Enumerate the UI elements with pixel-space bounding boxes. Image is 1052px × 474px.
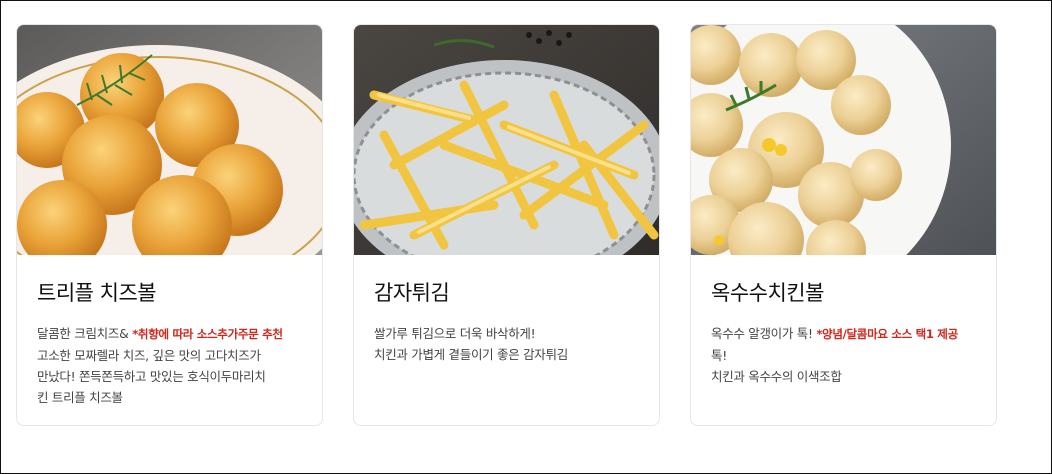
desc-line: 킨 트리플 치즈볼 xyxy=(37,390,123,405)
desc-line: 치킨과 옥수수의 이색조합 xyxy=(711,369,842,384)
desc-line: 고소한 모짜렐라 치즈, 깊은 맛의 고다치즈가 xyxy=(37,348,261,363)
cheese-ball-image xyxy=(17,25,322,255)
desc-line: 치킨과 가볍게 곁들이기 좋은 감자튀김 xyxy=(374,347,568,362)
desc-line: 톡! xyxy=(711,348,727,363)
corn-chicken-ball-image xyxy=(691,25,996,255)
menu-description: 쌀가루 튀김으로 더욱 바삭하게! 치킨과 가볍게 곁들이기 좋은 감자튀김 xyxy=(374,323,647,365)
desc-prefix: 옥수수 알갱이가 톡! xyxy=(711,326,817,341)
sauce-note: *양념/달콤마요 소스 택1 제공 xyxy=(816,327,958,341)
menu-card-french-fries[interactable]: 감자튀김 쌀가루 튀김으로 더욱 바삭하게! 치킨과 가볍게 곁들이기 좋은 감… xyxy=(353,24,660,426)
desc-prefix: 달콤한 크림치즈& xyxy=(37,326,133,341)
menu-description: 달콤한 크림치즈& *취향에 따라 소스추가주문 추천 고소한 모짜렐라 치즈,… xyxy=(37,323,310,408)
menu-title: 감자튀김 xyxy=(374,281,450,305)
french-fries-image xyxy=(354,25,659,255)
desc-prefix: 쌀가루 튀김으로 더욱 바삭하게! xyxy=(374,326,536,341)
menu-card-triple-cheese-ball[interactable]: 트리플 치즈볼 달콤한 크림치즈& *취향에 따라 소스추가주문 추천 고소한 … xyxy=(16,24,323,426)
sauce-note: *취향에 따라 소스추가주문 추천 xyxy=(132,327,283,341)
desc-line: 만났다! 쫀득쫀득하고 맛있는 호식이두마리치 xyxy=(37,369,266,384)
menu-card-corn-chicken-ball[interactable]: 옥수수치킨볼 옥수수 알갱이가 톡! *양념/달콤마요 소스 택1 제공 톡! … xyxy=(690,24,997,426)
menu-title: 옥수수치킨볼 xyxy=(711,281,824,305)
menu-title: 트리플 치즈볼 xyxy=(37,281,157,305)
menu-description: 옥수수 알갱이가 톡! *양념/달콤마요 소스 택1 제공 톡! 치킨과 옥수수… xyxy=(711,323,984,387)
